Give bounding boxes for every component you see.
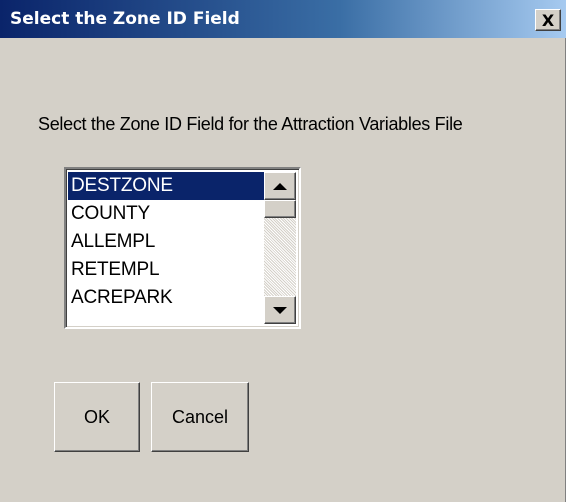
close-button[interactable]: X: [535, 9, 561, 31]
prompt-text: Select the Zone ID Field for the Attract…: [38, 114, 463, 134]
list-items: DESTZONE COUNTY ALLEMPL RETEMPL ACREPARK: [68, 172, 264, 312]
scroll-down-button[interactable]: [264, 296, 296, 324]
vertical-scrollbar[interactable]: [264, 172, 296, 324]
ok-button[interactable]: OK: [54, 382, 140, 452]
list-item[interactable]: RETEMPL: [68, 256, 264, 284]
scroll-up-button[interactable]: [264, 172, 296, 200]
arrow-down-icon: [273, 306, 287, 314]
list-item[interactable]: DESTZONE: [68, 172, 264, 200]
arrow-up-icon: [273, 182, 287, 190]
title-bar[interactable]: Select the Zone ID Field X: [0, 0, 566, 38]
cancel-button-label: Cancel: [171, 406, 229, 427]
list-item[interactable]: ACREPARK: [68, 284, 264, 312]
close-icon: X: [541, 10, 555, 30]
ok-button-label: OK: [83, 406, 110, 427]
scroll-thumb[interactable]: [264, 200, 296, 218]
dialog-window: Select the Zone ID Field X Select the Zo…: [0, 0, 566, 502]
cancel-button[interactable]: Cancel: [151, 382, 249, 452]
list-item[interactable]: ALLEMPL: [68, 228, 264, 256]
window-title: Select the Zone ID Field: [10, 9, 240, 29]
list-item[interactable]: COUNTY: [68, 200, 264, 228]
field-listbox[interactable]: DESTZONE COUNTY ALLEMPL RETEMPL ACREPARK: [64, 167, 301, 329]
